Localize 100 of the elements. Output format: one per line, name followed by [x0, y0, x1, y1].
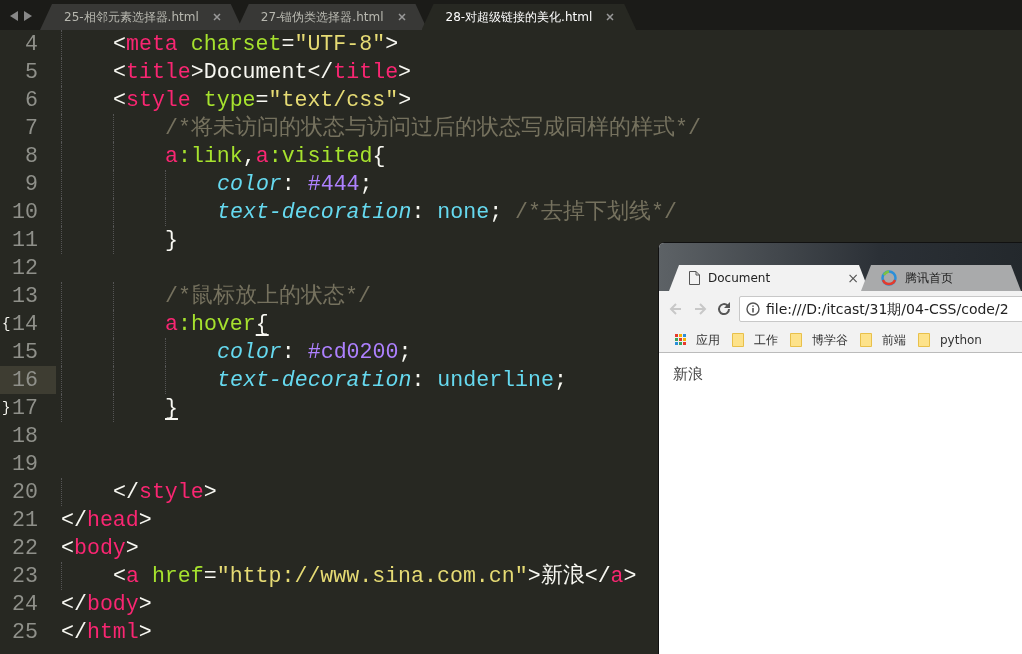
code-token: = — [281, 31, 295, 58]
code-token: </ — [113, 479, 139, 506]
code-token: /*去掉下划线*/ — [515, 199, 677, 226]
code-token: </ — [61, 507, 87, 534]
globe-icon — [881, 270, 897, 286]
code-token: title — [125, 59, 191, 86]
line-number: 22 — [12, 536, 38, 560]
code-token: > — [398, 59, 412, 86]
code-token: > — [203, 479, 217, 506]
code-token: } — [165, 395, 178, 422]
code-token: "text/css" — [268, 87, 399, 114]
document-icon — [689, 271, 700, 285]
code-token: > — [138, 591, 152, 618]
address-field[interactable]: file:///D:/itcast/31期/04-CSS/code/2 — [739, 296, 1022, 322]
code-token: none — [437, 199, 490, 226]
code-token: > — [385, 31, 399, 58]
code-token: text-decoration — [217, 367, 412, 394]
code-token: meta — [125, 31, 178, 58]
line-number: 5 — [25, 60, 38, 84]
code-token: < — [113, 87, 126, 114]
code-token: > — [138, 619, 152, 646]
line-number: 11 — [12, 228, 38, 252]
folder-icon — [790, 332, 802, 347]
code-token: html — [86, 619, 139, 646]
editor-tab[interactable]: 28-对超级链接的美化.html — [421, 4, 637, 30]
line-number: 10 — [12, 200, 38, 224]
browser-tab[interactable]: 腾讯首页 — [861, 265, 1021, 291]
code-token: :visited — [268, 143, 373, 170]
code-token: ; — [553, 367, 567, 394]
code-token: : — [411, 367, 426, 394]
line-number: 4 — [25, 32, 38, 56]
apps-grid-icon — [675, 334, 686, 345]
code-token: /*鼠标放上的状态*/ — [165, 282, 371, 310]
line-number: 25 — [12, 620, 38, 644]
bookmark[interactable]: 博学谷 — [790, 330, 848, 349]
line-number: 19 — [12, 452, 38, 476]
line-number: 23 — [12, 564, 38, 588]
code-token: "UTF-8" — [294, 31, 386, 58]
bookmark[interactable]: 应用 — [675, 330, 720, 349]
code-token: ; — [359, 171, 373, 198]
line-number: 21 — [12, 508, 38, 532]
close-button[interactable]: × — [847, 267, 859, 289]
folder-icon — [860, 332, 872, 347]
code-token: </ — [61, 591, 87, 618]
line-number: 18 — [12, 424, 38, 448]
code-token: "http://www.sina.com.cn" — [216, 563, 528, 590]
line-number: 15 — [12, 340, 38, 364]
close-icon — [606, 13, 615, 21]
line-number: 8 — [25, 144, 38, 168]
bookmark[interactable]: python — [918, 330, 982, 349]
code-token: : — [281, 339, 296, 366]
bookmark[interactable]: 前端 — [860, 330, 906, 349]
page-link[interactable]: 新浪 — [673, 365, 703, 383]
code-token: ; — [489, 199, 504, 226]
code-token: < — [113, 31, 126, 58]
folder-icon — [732, 332, 744, 347]
code-token: } — [165, 227, 178, 254]
code-token: type — [202, 87, 256, 114]
code-token: a — [610, 563, 624, 590]
code-token: style — [138, 479, 204, 506]
line-number: 13 — [12, 284, 38, 308]
code-token: #444 — [307, 171, 360, 198]
forward-arrow-icon[interactable] — [24, 11, 32, 21]
bookmark[interactable]: 工作 — [732, 330, 778, 349]
code-token: = — [203, 563, 217, 590]
line-number: 16 — [12, 368, 38, 392]
fold-marker[interactable]: } — [2, 394, 11, 422]
line-number: 7 — [25, 116, 38, 140]
line-number: 6 — [25, 88, 38, 112]
fold-marker[interactable]: { — [2, 310, 11, 338]
info-icon — [746, 302, 760, 316]
line-number: 24 — [12, 592, 38, 616]
code-token: text-decoration — [217, 199, 412, 226]
code-token: > — [623, 563, 637, 590]
close-icon — [212, 13, 221, 21]
code-token: body — [86, 591, 139, 618]
back-arrow-icon[interactable] — [10, 11, 18, 21]
code-token: body — [73, 535, 126, 562]
code-token: < — [113, 563, 126, 590]
code-token: < — [113, 59, 126, 86]
code-token: /*将未访问的状态与访问过后的状态写成同样的样式*/ — [165, 114, 701, 142]
code-token: title — [333, 59, 399, 86]
code-token: { — [255, 311, 269, 338]
code-token: > — [398, 87, 412, 114]
code-token: { — [372, 143, 386, 170]
code-token: href — [150, 563, 204, 590]
code-token: < — [61, 535, 74, 562]
code-token: >Document</ — [190, 59, 334, 86]
code-token: color — [217, 171, 282, 198]
code-token: : — [411, 199, 426, 226]
reload-icon[interactable] — [715, 300, 733, 318]
code-token: #cd0200 — [307, 339, 399, 366]
code-token: > — [125, 535, 139, 562]
code-token: a — [165, 311, 178, 338]
code-token: > — [138, 507, 152, 534]
code-token: charset — [189, 31, 282, 58]
code-token: underline — [437, 367, 554, 394]
close-icon — [397, 13, 406, 21]
code-token: :hover — [177, 311, 256, 338]
code-token: :link — [177, 143, 243, 170]
